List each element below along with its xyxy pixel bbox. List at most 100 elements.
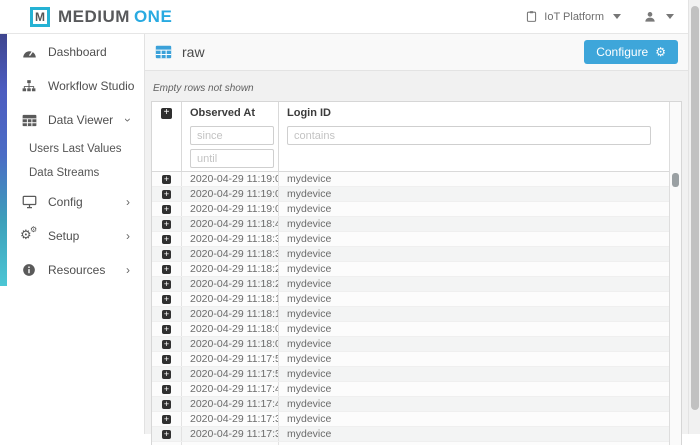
- expand-cell: +: [152, 262, 182, 276]
- since-filter-input[interactable]: [190, 126, 274, 145]
- expand-all-icon[interactable]: +: [161, 108, 172, 119]
- data-table: + Observed At Login ID + 2020-04-29 11:1…: [151, 101, 682, 445]
- table-row: + 2020-04-29 11:18:49 mydevice: [152, 217, 669, 232]
- expand-row-icon[interactable]: +: [162, 295, 171, 304]
- expand-row-icon[interactable]: +: [162, 310, 171, 319]
- sidebar-item-config[interactable]: Config ›: [0, 185, 144, 219]
- page-title: raw: [182, 44, 205, 60]
- observed-at-cell: 2020-04-29 11:19:00: [182, 202, 279, 216]
- medium-one-logo[interactable]: M MEDIUMONE: [30, 7, 172, 27]
- top-bar: M MEDIUMONE IoT Platform: [0, 0, 700, 34]
- expand-row-icon[interactable]: +: [162, 400, 171, 409]
- sidebar-item-data-streams[interactable]: Data Streams: [0, 161, 144, 185]
- table-row: + 2020-04-29 11:18:39 mydevice: [152, 232, 669, 247]
- configure-button-label: Configure: [596, 45, 648, 59]
- expand-row-icon[interactable]: +: [162, 430, 171, 439]
- table-row: + 2020-04-29 11:18:09 mydevice: [152, 322, 669, 337]
- observed-at-cell: 2020-04-29 11:18:39: [182, 232, 279, 246]
- table-row: + 2020-04-29 11:18:29 mydevice: [152, 262, 669, 277]
- monitor-icon: [21, 195, 37, 209]
- info-icon: [21, 263, 37, 277]
- expand-row-icon[interactable]: +: [162, 415, 171, 424]
- expand-row-icon[interactable]: +: [162, 280, 171, 289]
- observed-at-cell: 2020-04-29 11:17:49: [182, 382, 279, 396]
- expand-row-icon[interactable]: +: [162, 370, 171, 379]
- expand-row-icon[interactable]: +: [162, 175, 171, 184]
- configure-button[interactable]: Configure ⚙: [584, 40, 678, 64]
- expand-cell: +: [152, 367, 182, 381]
- expand-row-icon[interactable]: +: [162, 325, 171, 334]
- contains-filter-input[interactable]: [287, 126, 651, 145]
- user-menu[interactable]: [643, 10, 674, 24]
- org-selector-label: IoT Platform: [544, 11, 604, 23]
- expand-row-icon[interactable]: +: [162, 250, 171, 259]
- logo-word-secondary: ONE: [134, 7, 172, 26]
- page-scrollbar-thumb[interactable]: [691, 6, 699, 410]
- sidebar-item-setup[interactable]: ⚙⚙ Setup ›: [0, 219, 144, 253]
- login-id-cell: mydevice: [279, 232, 669, 246]
- sidebar-item-resources[interactable]: Resources ›: [0, 253, 144, 287]
- expand-cell: +: [152, 202, 182, 216]
- table-row: + 2020-04-29 11:19:00 mydevice: [152, 202, 669, 217]
- login-id-cell: mydevice: [279, 187, 669, 201]
- expand-cell: +: [152, 307, 182, 321]
- expand-row-icon[interactable]: +: [162, 265, 171, 274]
- table-scrollbar-thumb[interactable]: [672, 173, 679, 187]
- expand-cell: +: [152, 412, 182, 426]
- observed-at-cell: 2020-04-29 11:19:07: [182, 172, 279, 186]
- expand-row-icon[interactable]: +: [162, 355, 171, 364]
- chevron-down-icon: [666, 14, 674, 19]
- expand-cell: +: [152, 427, 182, 441]
- expand-row-icon[interactable]: +: [162, 190, 171, 199]
- sidebar-item-dashboard[interactable]: Dashboard: [0, 35, 144, 69]
- page-scrollbar[interactable]: [688, 0, 700, 434]
- observed-at-column-header: Observed At: [182, 102, 279, 171]
- expand-cell: +: [152, 292, 182, 306]
- sidebar-item-users-last-values[interactable]: Users Last Values: [0, 137, 144, 161]
- expand-row-icon[interactable]: +: [162, 340, 171, 349]
- table-row: + 2020-04-29 11:17:49 mydevice: [152, 382, 669, 397]
- expand-row-icon[interactable]: +: [162, 235, 171, 244]
- table-row: + 2020-04-29 11:17:44 mydevice: [152, 397, 669, 412]
- sidebar-item-workflow-studio[interactable]: Workflow Studio: [0, 69, 144, 103]
- sidebar-item-label: Data Viewer: [48, 113, 113, 127]
- table-scrollbar[interactable]: [669, 102, 681, 445]
- expand-cell: +: [152, 337, 182, 351]
- expand-row-icon[interactable]: +: [162, 220, 171, 229]
- observed-at-cell: 2020-04-29 11:17:39: [182, 412, 279, 426]
- expand-row-icon[interactable]: +: [162, 385, 171, 394]
- login-id-cell: mydevice: [279, 427, 669, 441]
- sidebar-item-label: Workflow Studio: [48, 79, 134, 93]
- expand-cell: +: [152, 352, 182, 366]
- login-id-cell: mydevice: [279, 172, 669, 186]
- login-id-cell: mydevice: [279, 262, 669, 276]
- login-id-cell: mydevice: [279, 412, 669, 426]
- sidebar: Dashboard Workflow Studio D: [0, 34, 145, 434]
- until-filter-input[interactable]: [190, 149, 274, 168]
- column-label: Login ID: [279, 102, 669, 122]
- observed-at-cell: 2020-04-29 11:19:03: [182, 187, 279, 201]
- table-row: + 2020-04-29 11:18:24 mydevice: [152, 277, 669, 292]
- expand-column-header: +: [152, 102, 182, 171]
- expand-cell: +: [152, 172, 182, 186]
- expand-row-icon[interactable]: +: [162, 205, 171, 214]
- chevron-down-icon: [613, 14, 621, 19]
- table-row: + 2020-04-29 11:19:03 mydevice: [152, 187, 669, 202]
- sidebar-item-data-viewer[interactable]: Data Viewer ›: [0, 103, 144, 137]
- expand-cell: +: [152, 247, 182, 261]
- observed-at-cell: 2020-04-29 11:17:44: [182, 397, 279, 411]
- logo-word-primary: MEDIUM: [58, 7, 130, 26]
- table-row: + 2020-04-29 11:18:04 mydevice: [152, 337, 669, 352]
- login-id-cell: mydevice: [279, 292, 669, 306]
- observed-at-cell: 2020-04-29 11:17:59: [182, 352, 279, 366]
- table-row: + 2020-04-29 11:17:34 mydevice: [152, 427, 669, 442]
- login-id-cell: mydevice: [279, 382, 669, 396]
- sidebar-item-label: Dashboard: [48, 45, 107, 59]
- org-selector[interactable]: IoT Platform: [525, 10, 621, 23]
- observed-at-cell: 2020-04-29 11:17:34: [182, 427, 279, 441]
- table-icon: [21, 114, 37, 127]
- login-id-cell: mydevice: [279, 397, 669, 411]
- workflow-icon: [21, 79, 37, 93]
- login-id-cell: mydevice: [279, 277, 669, 291]
- observed-at-cell: 2020-04-29 11:18:34: [182, 247, 279, 261]
